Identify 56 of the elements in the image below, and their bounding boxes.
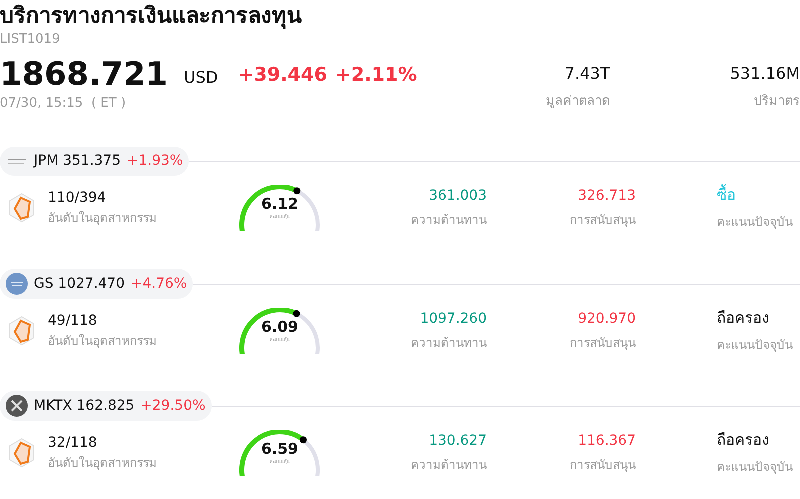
resistance-value: 130.627 [429,432,487,452]
radar-chart-icon [8,314,36,347]
support-label: การสนับสนุน [570,457,636,474]
support-value: 326.713 [578,187,636,206]
support-value: 116.367 [578,432,636,452]
stock-change: +1.93% [127,152,184,172]
radar-chart-icon [8,436,36,469]
stat-label: ปริมาตร [754,93,800,111]
support-value: 920.970 [578,310,636,330]
score-value: 6.59 [260,442,300,457]
support-label: การสนับสนุน [570,335,636,352]
gauge-marker [293,310,300,318]
resistance-value: 361.003 [429,187,487,206]
stat-value: 7.43T [564,63,610,85]
stock-chip[interactable]: GS 1027.470 +4.76% [0,269,194,300]
stock-chip[interactable]: MKTX 162.825 +29.50% [0,391,212,422]
stock-name: JPM 351.375 [34,152,121,172]
currency: USD [184,66,218,89]
rating-label: คะแนนปัจจุบัน [717,336,793,354]
timestamp: 07/30, 15:15 ( ET ) [0,94,128,113]
stock-chip[interactable]: JPM 351.375 +1.93% [0,147,190,176]
price-change: +39.446 [238,63,328,88]
page-title: บริการทางการเงินและการลงทุน [0,3,303,30]
stock-name: GS 1027.470 [34,274,125,294]
rating-value: ซื้อ [717,184,737,206]
stock-change: +4.76% [131,274,188,294]
stock-change: +29.50% [140,396,206,416]
resistance-label: ความต้านทาน [411,335,487,352]
symbol-code: LIST1019 [0,31,62,50]
gauge-marker [294,187,301,194]
stat-value: 531.16M [730,63,800,85]
logo-icon [6,273,28,296]
rank-value: 49/118 [48,312,98,332]
score-value: 6.09 [260,320,300,335]
price: 1868.721 [0,58,168,90]
gauge-fill [240,430,306,476]
rank-label: อันดับในอุตสาหกรรม [48,455,158,472]
gauge-marker [300,436,307,444]
stat-label: มูลค่าตลาด [546,93,610,111]
logo-icon [6,395,28,418]
stock-name: MKTX 162.825 [34,396,135,416]
resistance-label: ความต้านทาน [411,212,487,230]
rating-label: คะแนนปัจจุบัน [717,458,793,476]
rank-value: 110/394 [48,189,108,208]
rating-label: คะแนนปัจจุบัน [717,214,793,231]
rank-label: อันดับในอุตสาหกรรม [48,333,158,350]
resistance-label: ความต้านทาน [411,457,487,474]
resistance-value: 1097.260 [420,310,487,330]
radar-chart-icon [8,192,36,224]
rank-value: 32/118 [48,434,98,454]
rank-label: อันดับในอุตสาหกรรม [48,210,158,228]
support-label: การสนับสนุน [570,212,636,230]
percent-change: +2.11% [335,63,418,88]
rating-value: ถือครอง [717,308,770,330]
rating-value: ถือครอง [717,430,770,452]
score-value: 6.12 [260,196,300,212]
